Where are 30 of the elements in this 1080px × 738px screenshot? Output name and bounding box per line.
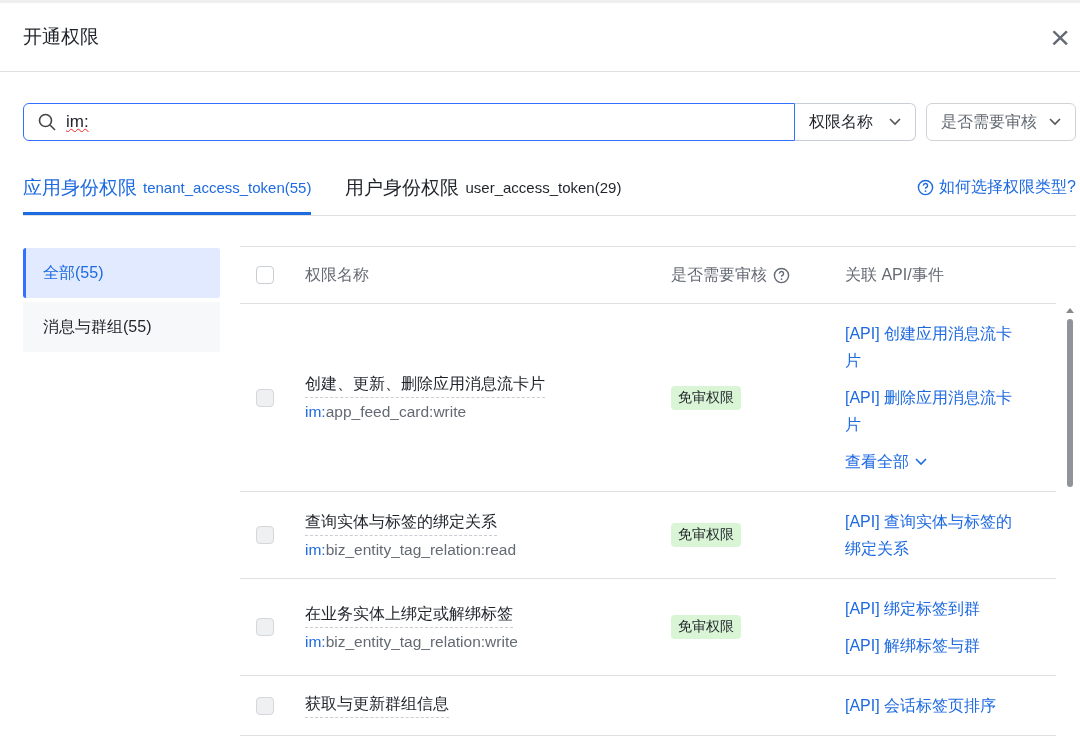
filter-dropdown[interactable]: 权限名称 <box>795 103 916 141</box>
filter-dropdown[interactable]: 是否需要审核 <box>926 103 1076 141</box>
permission-scope: im:app_feed_card:write <box>305 403 468 421</box>
chevron-down-icon <box>1049 118 1061 126</box>
permission-tab[interactable]: 应用身份权限 tenant_access_token(55) <box>23 163 312 215</box>
column-header: 是否需要审核 <box>671 264 767 285</box>
column-header: 权限名称 <box>305 264 369 285</box>
category-item[interactable]: 全部(55) <box>23 248 220 298</box>
chevron-down-icon <box>889 118 901 126</box>
permission-name: 获取与更新群组信息 <box>305 693 449 718</box>
permission-scope: im:biz_entity_tag_relation:write <box>305 632 519 651</box>
review-badge: 免审权限 <box>671 523 741 547</box>
permission-tab[interactable]: 用户身份权限 user_access_token(29) <box>345 163 622 215</box>
category-item[interactable]: 消息与群组(55) <box>23 302 220 352</box>
permission-scope: im:biz_entity_tag_relation:read <box>305 540 518 559</box>
permission-name: 查询实体与标签的绑定关系 <box>305 511 497 536</box>
permission-name: 创建、更新、删除应用消息流卡片 <box>305 374 545 398</box>
help-icon[interactable] <box>773 266 790 284</box>
review-badge: 免审权限 <box>671 385 741 410</box>
help-icon[interactable] <box>917 178 935 196</box>
select-all-checkbox[interactable] <box>256 266 274 284</box>
review-badge: 免审权限 <box>671 615 741 639</box>
close-button[interactable]: × <box>1046 20 1074 54</box>
permission-name: 在业务实体上绑定或解绑标签 <box>305 603 513 628</box>
search-icon <box>38 113 56 131</box>
help-link[interactable]: 如何选择权限类型? <box>917 163 1076 215</box>
chevron-down-icon <box>915 457 927 466</box>
column-header: 关联 API/事件 <box>845 264 944 285</box>
dialog-title: 开通权限 <box>23 25 99 49</box>
search-field[interactable]: im: <box>23 103 795 141</box>
